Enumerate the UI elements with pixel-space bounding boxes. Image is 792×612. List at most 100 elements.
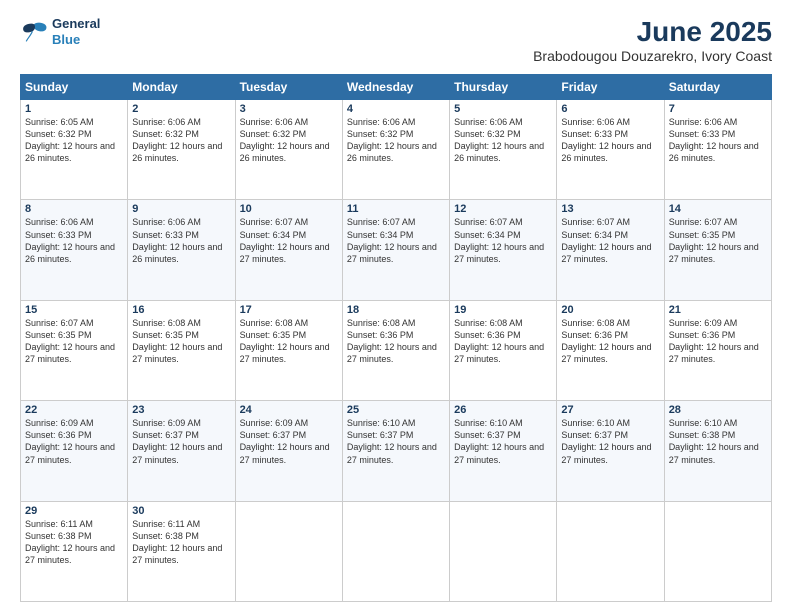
calendar-cell: 3Sunrise: 6:06 AMSunset: 6:32 PMDaylight… [235,100,342,200]
day-number: 8 [25,203,123,215]
day-number: 29 [25,505,123,517]
day-number: 1 [25,103,123,115]
day-info: Sunrise: 6:06 AMSunset: 6:33 PMDaylight:… [25,216,123,265]
day-number: 23 [132,404,230,416]
day-number: 18 [347,304,445,316]
calendar-cell: 16Sunrise: 6:08 AMSunset: 6:35 PMDayligh… [128,300,235,400]
day-info: Sunrise: 6:07 AMSunset: 6:34 PMDaylight:… [240,216,338,265]
calendar-cell [557,501,664,601]
day-info: Sunrise: 6:07 AMSunset: 6:34 PMDaylight:… [561,216,659,265]
day-info: Sunrise: 6:10 AMSunset: 6:38 PMDaylight:… [669,417,767,466]
calendar-cell: 4Sunrise: 6:06 AMSunset: 6:32 PMDaylight… [342,100,449,200]
day-info: Sunrise: 6:06 AMSunset: 6:33 PMDaylight:… [132,216,230,265]
calendar-cell: 14Sunrise: 6:07 AMSunset: 6:35 PMDayligh… [664,200,771,300]
calendar-cell [450,501,557,601]
calendar-cell [664,501,771,601]
subtitle: Brabodougou Douzarekro, Ivory Coast [533,48,772,64]
calendar-week-row: 15Sunrise: 6:07 AMSunset: 6:35 PMDayligh… [21,300,772,400]
day-number: 7 [669,103,767,115]
calendar-cell: 28Sunrise: 6:10 AMSunset: 6:38 PMDayligh… [664,401,771,501]
calendar-cell: 20Sunrise: 6:08 AMSunset: 6:36 PMDayligh… [557,300,664,400]
day-info: Sunrise: 6:06 AMSunset: 6:32 PMDaylight:… [454,116,552,165]
day-info: Sunrise: 6:11 AMSunset: 6:38 PMDaylight:… [132,518,230,567]
main-title: June 2025 [533,16,772,48]
day-number: 2 [132,103,230,115]
day-number: 14 [669,203,767,215]
calendar-cell: 22Sunrise: 6:09 AMSunset: 6:36 PMDayligh… [21,401,128,501]
day-info: Sunrise: 6:07 AMSunset: 6:35 PMDaylight:… [669,216,767,265]
day-info: Sunrise: 6:08 AMSunset: 6:35 PMDaylight:… [132,317,230,366]
title-block: June 2025 Brabodougou Douzarekro, Ivory … [533,16,772,64]
day-number: 20 [561,304,659,316]
day-number: 12 [454,203,552,215]
day-number: 28 [669,404,767,416]
day-info: Sunrise: 6:06 AMSunset: 6:32 PMDaylight:… [347,116,445,165]
calendar-week-row: 8Sunrise: 6:06 AMSunset: 6:33 PMDaylight… [21,200,772,300]
col-sunday: Sunday [21,75,128,100]
calendar-cell: 12Sunrise: 6:07 AMSunset: 6:34 PMDayligh… [450,200,557,300]
day-number: 24 [240,404,338,416]
day-info: Sunrise: 6:08 AMSunset: 6:36 PMDaylight:… [347,317,445,366]
day-number: 22 [25,404,123,416]
day-number: 10 [240,203,338,215]
calendar-cell: 30Sunrise: 6:11 AMSunset: 6:38 PMDayligh… [128,501,235,601]
day-info: Sunrise: 6:11 AMSunset: 6:38 PMDaylight:… [25,518,123,567]
calendar-cell [342,501,449,601]
day-info: Sunrise: 6:09 AMSunset: 6:36 PMDaylight:… [25,417,123,466]
calendar-cell: 6Sunrise: 6:06 AMSunset: 6:33 PMDaylight… [557,100,664,200]
calendar-cell: 23Sunrise: 6:09 AMSunset: 6:37 PMDayligh… [128,401,235,501]
day-number: 25 [347,404,445,416]
day-info: Sunrise: 6:07 AMSunset: 6:34 PMDaylight:… [454,216,552,265]
logo-icon [20,21,48,43]
calendar-cell: 27Sunrise: 6:10 AMSunset: 6:37 PMDayligh… [557,401,664,501]
day-info: Sunrise: 6:07 AMSunset: 6:34 PMDaylight:… [347,216,445,265]
calendar-week-row: 1Sunrise: 6:05 AMSunset: 6:32 PMDaylight… [21,100,772,200]
logo-text-line1: General [52,16,100,32]
logo: General Blue [20,16,100,47]
calendar-cell: 13Sunrise: 6:07 AMSunset: 6:34 PMDayligh… [557,200,664,300]
calendar-cell: 19Sunrise: 6:08 AMSunset: 6:36 PMDayligh… [450,300,557,400]
day-number: 30 [132,505,230,517]
header: General Blue June 2025 Brabodougou Douza… [20,16,772,64]
day-info: Sunrise: 6:10 AMSunset: 6:37 PMDaylight:… [347,417,445,466]
col-friday: Friday [557,75,664,100]
calendar-cell: 10Sunrise: 6:07 AMSunset: 6:34 PMDayligh… [235,200,342,300]
day-info: Sunrise: 6:06 AMSunset: 6:33 PMDaylight:… [669,116,767,165]
day-info: Sunrise: 6:10 AMSunset: 6:37 PMDaylight:… [454,417,552,466]
col-wednesday: Wednesday [342,75,449,100]
calendar-cell: 11Sunrise: 6:07 AMSunset: 6:34 PMDayligh… [342,200,449,300]
calendar-cell: 25Sunrise: 6:10 AMSunset: 6:37 PMDayligh… [342,401,449,501]
day-number: 27 [561,404,659,416]
day-number: 3 [240,103,338,115]
calendar-cell: 7Sunrise: 6:06 AMSunset: 6:33 PMDaylight… [664,100,771,200]
calendar-header-row: Sunday Monday Tuesday Wednesday Thursday… [21,75,772,100]
calendar-cell: 17Sunrise: 6:08 AMSunset: 6:35 PMDayligh… [235,300,342,400]
day-info: Sunrise: 6:05 AMSunset: 6:32 PMDaylight:… [25,116,123,165]
calendar-cell: 15Sunrise: 6:07 AMSunset: 6:35 PMDayligh… [21,300,128,400]
day-info: Sunrise: 6:08 AMSunset: 6:36 PMDaylight:… [454,317,552,366]
calendar-cell [235,501,342,601]
col-tuesday: Tuesday [235,75,342,100]
calendar-cell: 24Sunrise: 6:09 AMSunset: 6:37 PMDayligh… [235,401,342,501]
calendar-cell: 1Sunrise: 6:05 AMSunset: 6:32 PMDaylight… [21,100,128,200]
day-number: 13 [561,203,659,215]
day-info: Sunrise: 6:06 AMSunset: 6:33 PMDaylight:… [561,116,659,165]
day-info: Sunrise: 6:07 AMSunset: 6:35 PMDaylight:… [25,317,123,366]
calendar-table: Sunday Monday Tuesday Wednesday Thursday… [20,74,772,602]
calendar-cell: 2Sunrise: 6:06 AMSunset: 6:32 PMDaylight… [128,100,235,200]
day-number: 26 [454,404,552,416]
calendar-week-row: 22Sunrise: 6:09 AMSunset: 6:36 PMDayligh… [21,401,772,501]
col-thursday: Thursday [450,75,557,100]
day-number: 11 [347,203,445,215]
day-number: 19 [454,304,552,316]
col-monday: Monday [128,75,235,100]
day-info: Sunrise: 6:08 AMSunset: 6:35 PMDaylight:… [240,317,338,366]
day-info: Sunrise: 6:06 AMSunset: 6:32 PMDaylight:… [132,116,230,165]
calendar-cell: 21Sunrise: 6:09 AMSunset: 6:36 PMDayligh… [664,300,771,400]
calendar-cell: 18Sunrise: 6:08 AMSunset: 6:36 PMDayligh… [342,300,449,400]
col-saturday: Saturday [664,75,771,100]
day-info: Sunrise: 6:06 AMSunset: 6:32 PMDaylight:… [240,116,338,165]
calendar-cell: 9Sunrise: 6:06 AMSunset: 6:33 PMDaylight… [128,200,235,300]
day-number: 16 [132,304,230,316]
day-number: 5 [454,103,552,115]
